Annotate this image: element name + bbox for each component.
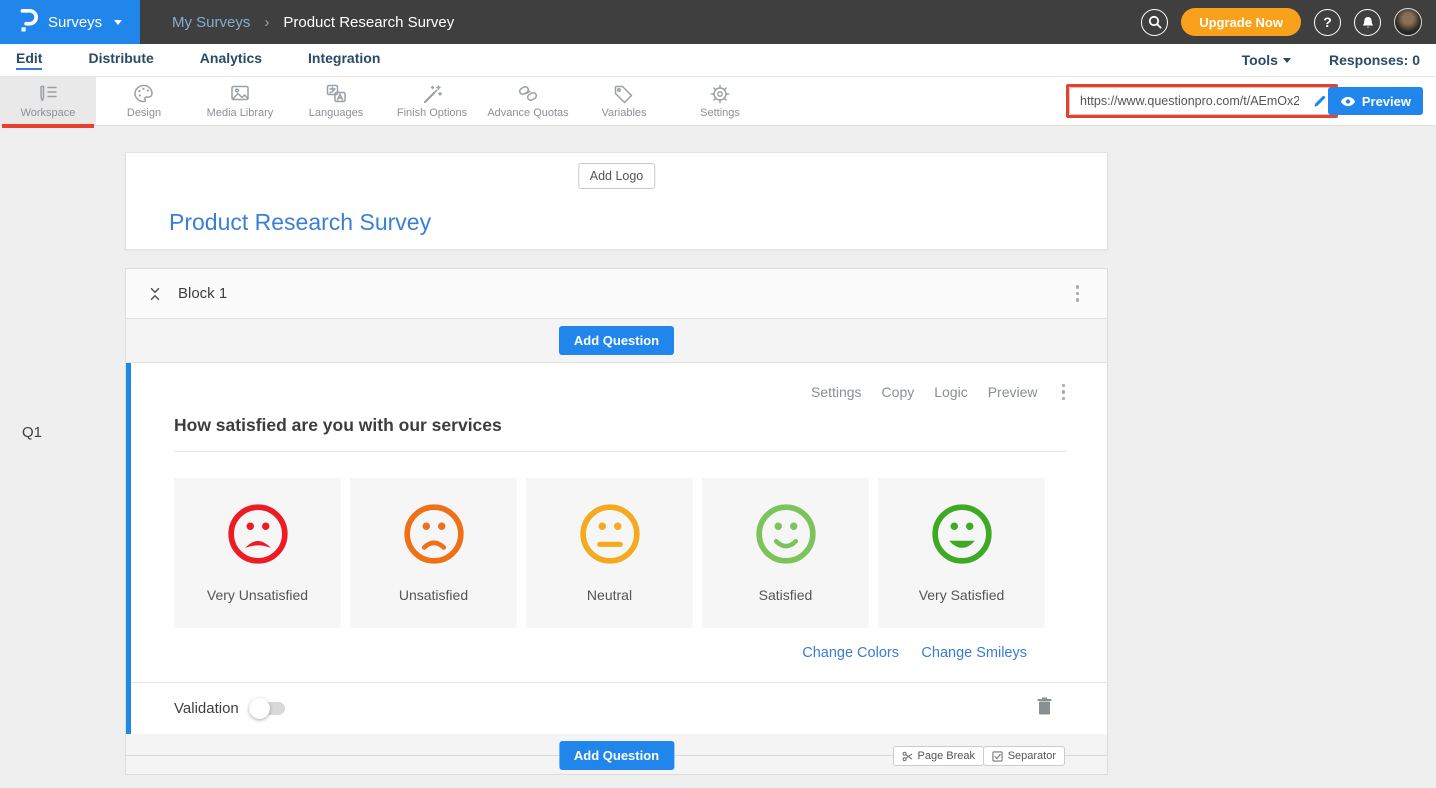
question-card[interactable]: Settings Copy Logic Preview How satisfie… [126,363,1107,734]
chevron-down-icon [1283,58,1291,63]
pencil-icon [1313,95,1326,108]
validation-toggle[interactable] [251,702,285,715]
magic-wand-icon [420,83,444,105]
tab-edit[interactable]: Edit [16,50,42,70]
survey-header-card: Add Logo Product Research Survey [125,152,1108,250]
media-image-icon [228,83,252,105]
scissors-icon [902,751,913,762]
chain-link-icon [516,83,540,105]
satisfied-smiley-icon [753,501,819,567]
app-switcher[interactable]: Surveys [0,0,140,44]
search-button[interactable] [1141,9,1168,36]
block-header: Block 1 [126,269,1107,319]
search-icon [1148,15,1162,29]
upgrade-now-button[interactable]: Upgrade Now [1181,8,1301,36]
smiley-option-very-unsatisfied[interactable]: Very Unsatisfied [174,478,341,628]
question-copy-link[interactable]: Copy [882,384,915,400]
toolbar-item-settings[interactable]: Settings [672,77,768,125]
block-container: Block 1 Add Question Settings Copy Logic… [125,268,1108,775]
block-name[interactable]: Block 1 [178,285,1072,302]
chevron-down-icon [114,20,122,25]
bell-icon [1361,15,1375,30]
tab-analytics[interactable]: Analytics [200,50,262,70]
survey-url-input[interactable] [1069,87,1305,115]
workspace-icon [36,83,60,105]
user-avatar[interactable] [1394,8,1422,36]
eye-icon [1340,96,1356,107]
add-question-button-bottom[interactable]: Add Question [559,741,674,770]
help-button[interactable]: ? [1314,9,1341,36]
page-break-button[interactable]: Page Break [893,746,984,766]
toolbar-item-languages[interactable]: Languages [288,77,384,125]
question-text[interactable]: How satisfied are you with our services [174,415,1067,452]
top-header-bar: Surveys My Surveys › Product Research Su… [0,0,1436,44]
unsatisfied-smiley-icon [401,501,467,567]
tools-dropdown[interactable]: Tools [1242,52,1291,68]
app-label: Surveys [48,14,102,31]
preview-button[interactable]: Preview [1328,87,1423,115]
toolbar-item-variables[interactable]: Variables [576,77,672,125]
add-question-button-top[interactable]: Add Question [559,326,674,355]
smiley-option-satisfied[interactable]: Satisfied [702,478,869,628]
notifications-button[interactable] [1354,9,1381,36]
validation-row: Validation [131,682,1107,734]
editor-toolbar: Workspace Design Media Library Languages… [0,77,1436,126]
gear-icon [708,83,732,105]
design-palette-icon [132,83,156,105]
block-menu-button[interactable] [1072,281,1084,306]
delete-question-button[interactable] [1037,697,1052,720]
checkbox-checked-icon [992,751,1003,762]
question-preview-link[interactable]: Preview [988,384,1038,400]
tag-icon [612,83,636,105]
survey-nav-row: Edit Distribute Analytics Integration To… [0,44,1436,77]
question-mark-icon: ? [1323,14,1332,30]
breadcrumb: My Surveys › Product Research Survey [140,0,1141,44]
breadcrumb-current-survey: Product Research Survey [283,14,454,31]
toolbar-item-workspace[interactable]: Workspace [0,77,96,125]
question-toolbar: Settings Copy Logic Preview [131,379,1107,405]
trash-icon [1037,697,1052,715]
smiley-option-unsatisfied[interactable]: Unsatisfied [350,478,517,628]
survey-url-annotation-box [1066,84,1338,118]
question-menu-button[interactable] [1058,380,1070,405]
smiley-links-row: Change Colors Change Smileys [131,644,1107,662]
toolbar-item-design[interactable]: Design [96,77,192,125]
smiley-option-very-satisfied[interactable]: Very Satisfied [878,478,1045,628]
toolbar-item-finish-options[interactable]: Finish Options [384,77,480,125]
very-satisfied-smiley-icon [929,501,995,567]
translate-icon [324,83,348,105]
question-settings-link[interactable]: Settings [811,384,862,400]
breadcrumb-my-surveys[interactable]: My Surveys [172,14,250,31]
change-smileys-link[interactable]: Change Smileys [921,645,1027,661]
change-colors-link[interactable]: Change Colors [802,645,899,661]
survey-title[interactable]: Product Research Survey [169,209,431,236]
question-number-label: Q1 [22,424,42,441]
toolbar-item-advance-quotas[interactable]: Advance Quotas [480,77,576,125]
add-logo-button[interactable]: Add Logo [578,163,656,189]
tab-distribute[interactable]: Distribute [88,50,153,70]
neutral-smiley-icon [577,501,643,567]
smiley-options-row: Very Unsatisfied Unsatisfied Neutral Sat… [174,478,1107,628]
add-question-strip: Add Question [126,319,1107,363]
questionpro-logo-icon [16,7,38,38]
block-footer: Add Question Page Break Separator [126,734,1107,774]
validation-label: Validation [174,700,239,717]
separator-button[interactable]: Separator [983,746,1065,766]
tab-integration[interactable]: Integration [308,50,380,70]
toolbar-item-media-library[interactable]: Media Library [192,77,288,125]
question-logic-link[interactable]: Logic [934,384,967,400]
breadcrumb-separator-icon: › [264,14,269,31]
smiley-option-neutral[interactable]: Neutral [526,478,693,628]
collapse-block-icon[interactable] [148,285,162,303]
responses-count[interactable]: Responses: 0 [1329,52,1420,68]
very-unsatisfied-smiley-icon [225,501,291,567]
